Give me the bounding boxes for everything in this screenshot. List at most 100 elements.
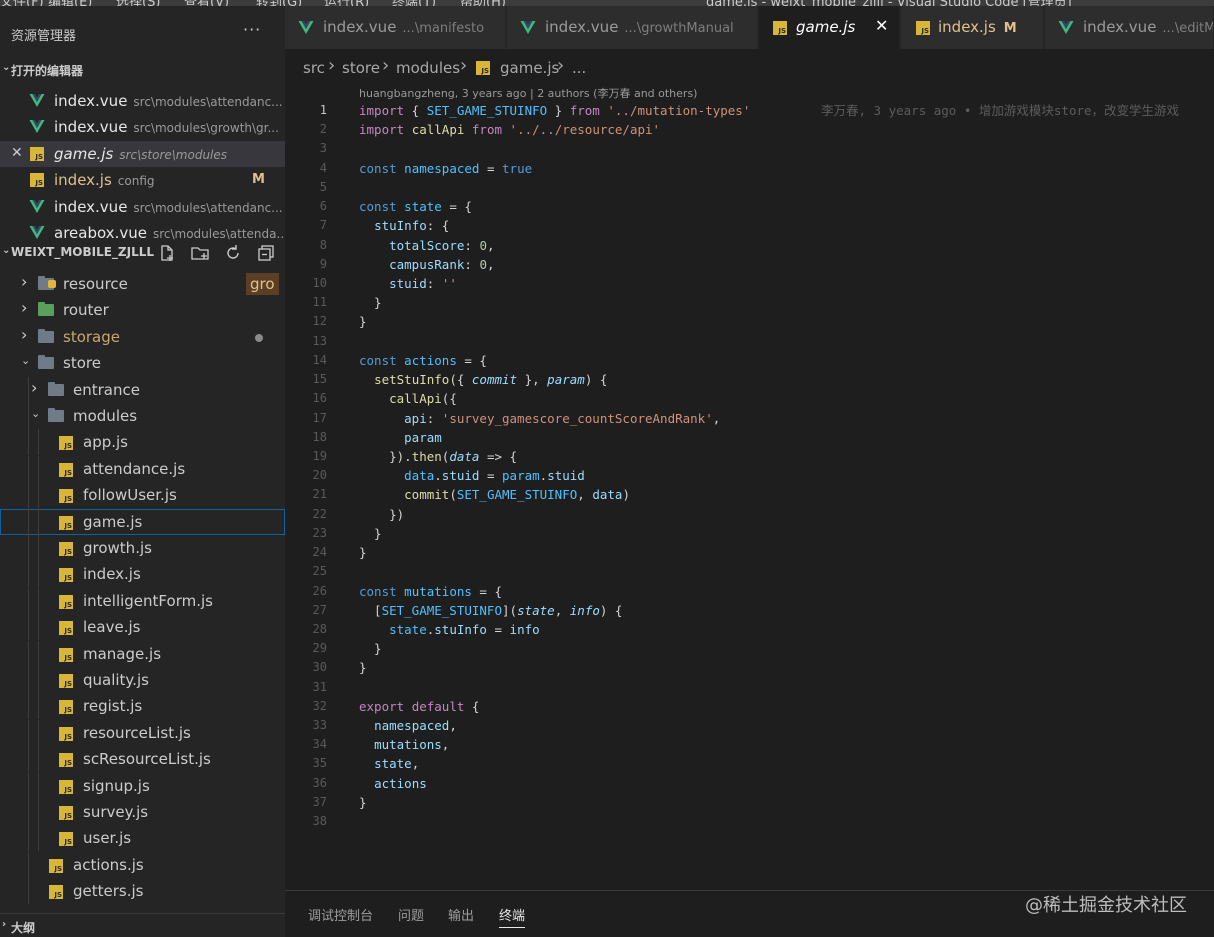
panel-tab[interactable]: 终端 — [499, 905, 525, 924]
tree-file[interactable]: JS getters.js — [0, 878, 285, 905]
tree-file[interactable]: JS scResourceList.js — [0, 746, 285, 773]
tree-folder[interactable]: › router — [0, 297, 285, 323]
more-actions-icon[interactable]: ··· — [243, 20, 261, 39]
tree-folder[interactable]: › storage — [0, 324, 285, 350]
line-number: 14 — [312, 352, 327, 367]
indent-guide — [38, 640, 39, 667]
code-text: } — [359, 525, 382, 541]
open-editor-item[interactable]: index.vue src\modules\attendanc... — [0, 88, 285, 114]
open-editor-item[interactable]: index.vue src\modules\attendanc... — [0, 194, 285, 220]
refresh-icon[interactable] — [222, 244, 244, 264]
line-number: 25 — [312, 564, 327, 579]
tree-file[interactable]: JS signup.js — [0, 772, 285, 799]
explorer-title: 资源管理器 — [11, 29, 77, 44]
editor-tab[interactable]: JS index.js M — [901, 6, 1044, 49]
close-icon[interactable]: ✕ — [11, 145, 23, 161]
line-number: 15 — [312, 372, 327, 387]
chevron-right-icon: › — [2, 919, 7, 930]
js-icon: JS — [59, 568, 73, 583]
panel-tab[interactable]: 输出 — [448, 905, 474, 924]
line-number: 13 — [312, 333, 327, 348]
js-icon: JS — [59, 779, 73, 794]
code-line: 27 [SET_GAME_STUINFO](state, info) { — [285, 601, 1214, 620]
code-text: } — [359, 295, 382, 311]
tree-file[interactable]: JS growth.js — [0, 535, 285, 561]
code-line: 20 data.stuid = param.stuid — [285, 466, 1214, 485]
new-folder-icon[interactable] — [189, 244, 211, 264]
tree-file[interactable]: JS resourceList.js — [0, 719, 285, 746]
tree-file[interactable]: JS survey.js — [0, 799, 285, 825]
open-editor-item[interactable]: ✕ JS game.js src\store\modules — [0, 140, 285, 167]
code-line: 14 const actions = { — [285, 351, 1214, 370]
line-number: 12 — [312, 314, 327, 329]
tree-folder[interactable]: ⌄ modules — [0, 403, 285, 429]
indent-guide — [28, 561, 29, 588]
tree-folder[interactable]: ⌄ store — [0, 350, 285, 376]
line-number: 1 — [319, 103, 327, 117]
indent-guide — [38, 482, 39, 509]
editor-tab[interactable]: index.vue ...\growthManual — [507, 6, 758, 49]
tree-file[interactable]: JS intelligentForm.js — [0, 587, 285, 614]
breadcrumb-item[interactable]: ... — [572, 59, 586, 77]
breadcrumb-item[interactable]: modules — [396, 59, 460, 77]
breadcrumb-file[interactable]: game.js — [500, 59, 559, 77]
tree-file[interactable]: JS followUser.js — [0, 482, 285, 509]
line-number: 4 — [319, 160, 327, 175]
editor-tab[interactable]: JS game.js ✕ — [759, 6, 900, 49]
js-icon: JS — [59, 515, 73, 530]
open-editor-item[interactable]: JS index.js config M — [0, 167, 285, 193]
breadcrumb-item[interactable]: store — [342, 59, 380, 77]
panel-tab[interactable]: 问题 — [398, 905, 424, 924]
collapse-all-icon[interactable] — [255, 244, 277, 264]
tree-file[interactable]: JS manage.js — [0, 640, 285, 667]
project-header[interactable]: ⌄ WEIXT_MOBILE_ZJLLL — [0, 240, 285, 266]
tree-file[interactable]: JS index.js — [0, 561, 285, 588]
tree-folder[interactable]: › entrance — [0, 376, 285, 403]
close-tab-icon[interactable]: ✕ — [875, 16, 888, 35]
code-text: import { SET_GAME_STUINFO } from '../mut… — [359, 103, 751, 118]
tree-file[interactable]: JS game.js — [0, 508, 285, 535]
tree-file[interactable]: JS user.js — [0, 825, 285, 852]
folder-icon — [38, 302, 54, 317]
code-text: state, — [374, 756, 420, 772]
code-editor[interactable]: huangbangzheng, 3 years ago | 2 authors … — [285, 85, 1214, 890]
code-text: totalScore: 0, — [389, 237, 495, 253]
chevron-right-icon: › — [21, 298, 28, 318]
line-number: 17 — [312, 410, 327, 425]
open-editor-item[interactable]: index.vue src\modules\growth\gr... — [0, 114, 285, 140]
tree-folder[interactable]: › resource gro — [0, 271, 285, 297]
panel-tab[interactable]: 调试控制台 — [308, 905, 373, 924]
codelens-authors[interactable]: huangbangzheng, 3 years ago | 2 authors … — [359, 85, 697, 101]
outline-header[interactable]: › 大纲 — [0, 913, 285, 937]
chevron-down-icon: ⌄ — [2, 245, 11, 256]
js-icon: JS — [59, 700, 73, 715]
code-text: namespaced, — [374, 718, 457, 734]
js-icon: JS — [59, 647, 73, 662]
js-icon: JS — [59, 462, 73, 477]
js-icon: JS — [49, 885, 63, 900]
open-editor-name: index.js config — [54, 171, 155, 190]
code-text: commit(SET_GAME_STUINFO, data) — [404, 487, 630, 503]
editor-tab[interactable]: index.vue ...\manifesto — [285, 6, 506, 49]
js-icon: JS — [59, 806, 73, 820]
folder-icon — [38, 328, 54, 343]
new-file-icon[interactable] — [156, 244, 178, 264]
tree-file[interactable]: JS attendance.js — [0, 455, 285, 482]
indent-guide — [38, 508, 39, 535]
indent-guide — [28, 455, 29, 482]
tree-file[interactable]: JS regist.js — [0, 693, 285, 720]
tree-file[interactable]: JS app.js — [0, 429, 285, 456]
open-editors-header[interactable]: ⌄ 打开的编辑器 — [0, 57, 285, 83]
editor-tab[interactable]: index.vue...\editMa — [1045, 6, 1214, 49]
line-number: 28 — [312, 621, 327, 636]
line-number: 2 — [319, 122, 327, 137]
vue-icon — [29, 224, 45, 240]
tree-file[interactable]: JS leave.js — [0, 614, 285, 641]
line-number: 35 — [312, 756, 327, 771]
tree-file[interactable]: JS quality.js — [0, 667, 285, 693]
tree-file[interactable]: JS actions.js — [0, 851, 285, 878]
breadcrumb-item[interactable]: src — [303, 59, 325, 77]
code-text: } — [359, 545, 367, 561]
js-icon: JS — [59, 726, 73, 741]
line-number: 20 — [312, 468, 327, 483]
